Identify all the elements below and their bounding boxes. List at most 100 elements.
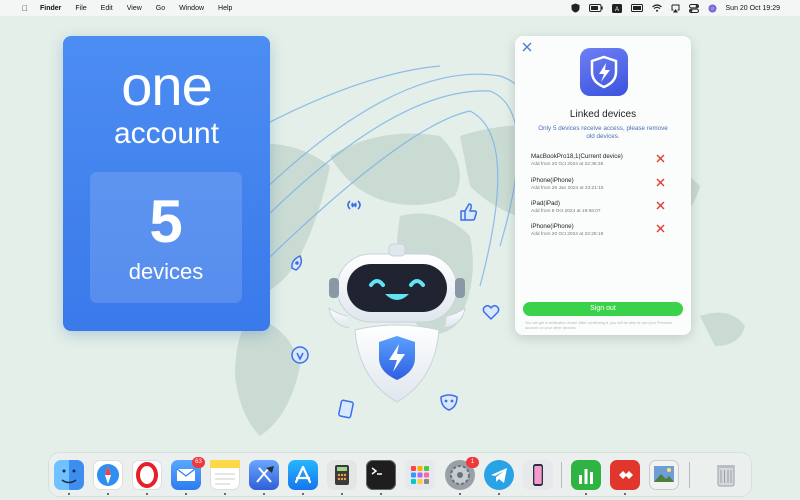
signal-icon <box>347 200 361 210</box>
dock-app-finder[interactable] <box>54 460 84 490</box>
devices-count-label: devices <box>128 259 204 284</box>
menu-file[interactable]: File <box>75 5 86 12</box>
dock-app-system-settings[interactable]: 1 <box>445 457 479 490</box>
running-indicator <box>185 493 187 495</box>
anydesk-icon <box>619 471 633 479</box>
dock-app-anydesk[interactable] <box>610 460 640 490</box>
remove-device-icon[interactable] <box>656 224 665 233</box>
settings-badge: 1 <box>466 457 479 468</box>
device-date: Add from 20 Oct 2024 at 22:26:18 <box>531 232 604 237</box>
running-indicator <box>68 493 70 495</box>
device-row: iPhone(iPhone) Add from 20 Oct 2024 at 2… <box>531 223 681 243</box>
mail-badge: 63 <box>192 457 205 468</box>
dock-app-terminal[interactable] <box>366 460 396 490</box>
wifi-icon[interactable] <box>651 4 662 12</box>
thumbs-up-icon <box>460 203 478 221</box>
promo-headline: one <box>121 54 212 117</box>
devices-count: 5 <box>149 188 183 255</box>
numbers-icon <box>579 469 593 484</box>
device-name: iPhone(iPhone) <box>531 223 574 230</box>
heart-icon <box>482 305 500 320</box>
dock-app-mail[interactable]: 63 <box>171 457 205 490</box>
close-icon[interactable] <box>521 41 533 53</box>
rocket-icon <box>291 255 303 271</box>
opera-icon <box>136 462 158 488</box>
telegram-icon <box>491 468 507 483</box>
running-indicator <box>341 493 343 495</box>
airplay-icon[interactable] <box>671 4 680 13</box>
devices-count-box: 5 devices <box>90 172 242 303</box>
dock-app-safari[interactable] <box>93 460 123 490</box>
app-logo <box>580 48 628 96</box>
status-area: A Sun 20 Oct 19:29 <box>571 0 780 16</box>
dock-app-notes[interactable] <box>210 460 240 490</box>
running-indicator <box>146 493 148 495</box>
device-row: iPad(iPad) Add from 8 Oct 2024 at 19:56:… <box>531 200 681 220</box>
promo-subheadline: account <box>113 117 220 150</box>
dock-separator <box>561 462 562 488</box>
menu-go[interactable]: Go <box>156 5 165 12</box>
dock-app-opera[interactable] <box>132 460 162 490</box>
safari-icon <box>97 464 119 486</box>
menu-window[interactable]: Window <box>179 5 204 12</box>
robot-mascot <box>328 243 466 403</box>
device-name: MacBookPro18,1(Current device) <box>531 153 623 160</box>
one-account-card: one account 5 devices <box>63 36 270 331</box>
linked-devices-panel: Linked devices Only 5 devices receive ac… <box>515 36 691 335</box>
battery-icon[interactable] <box>588 4 603 12</box>
vpn-badge-icon <box>291 346 309 364</box>
dock-app-numbers[interactable] <box>571 460 601 490</box>
vpn-shield-icon[interactable] <box>571 3 580 13</box>
panel-title: Linked devices <box>569 109 637 120</box>
menu-edit[interactable]: Edit <box>101 5 113 12</box>
apple-icon[interactable]:  <box>22 4 28 13</box>
running-indicator <box>380 493 382 495</box>
preview-icon <box>654 466 674 482</box>
dock-app-app-store[interactable] <box>288 460 318 490</box>
panel-note: Only 5 devices receive access, please re… <box>538 125 668 140</box>
trash-icon <box>717 465 735 487</box>
device-name: iPad(iPad) <box>531 200 560 207</box>
dock-app-iphone-mirroring[interactable] <box>523 460 553 490</box>
dock-separator <box>689 462 690 488</box>
remove-device-icon[interactable] <box>656 201 665 210</box>
device-date: Add from 26 Jan 2024 at 23:21:15 <box>531 186 604 191</box>
device-date: Add from 8 Oct 2024 at 19:56:07 <box>531 209 601 214</box>
device-date: Add from 20 Oct 2024 at 22:36:36 <box>531 162 604 167</box>
xcode-icon <box>256 466 274 483</box>
remove-device-icon[interactable] <box>656 178 665 187</box>
dock-app-calculator[interactable] <box>327 460 357 490</box>
dock-app-launchpad[interactable] <box>405 460 435 490</box>
clock[interactable]: Sun 20 Oct 19:29 <box>726 5 780 12</box>
text-input-icon[interactable]: A <box>611 3 622 13</box>
running-indicator <box>624 493 626 495</box>
menu-help[interactable]: Help <box>218 5 232 12</box>
device-row: MacBookPro18,1(Current device) Add from … <box>531 153 681 173</box>
iphone-mirroring-icon <box>533 464 543 486</box>
screen-mirror-icon[interactable] <box>630 3 643 13</box>
device-name: iPhone(iPhone) <box>531 177 574 184</box>
siri-icon[interactable] <box>708 4 717 13</box>
running-indicator <box>263 493 265 495</box>
running-indicator <box>459 493 461 495</box>
dock-app-xcode[interactable] <box>249 460 279 490</box>
dock-app-telegram[interactable] <box>484 460 514 490</box>
sign-out-button[interactable]: Sign out <box>523 302 683 316</box>
app-store-icon <box>294 465 312 484</box>
menu-app-name[interactable]: Finder <box>40 5 61 12</box>
notes-icon <box>210 460 240 485</box>
shield-bolt-icon <box>590 55 618 89</box>
panel-footer-note: You will get a verification email. After… <box>525 321 673 330</box>
control-center-icon[interactable] <box>688 3 699 13</box>
menu-bar:  Finder File Edit View Go Window Help A… <box>0 0 800 16</box>
running-indicator <box>585 493 587 495</box>
svg-text:A: A <box>615 7 619 13</box>
running-indicator <box>498 493 500 495</box>
remove-device-icon[interactable] <box>656 154 665 163</box>
running-indicator <box>302 493 304 495</box>
dock-app-preview[interactable] <box>649 460 679 490</box>
running-indicator <box>224 493 226 495</box>
dock: 63 1 <box>49 453 751 496</box>
menu-view[interactable]: View <box>127 5 142 12</box>
dock-app-trash[interactable] <box>711 460 741 490</box>
